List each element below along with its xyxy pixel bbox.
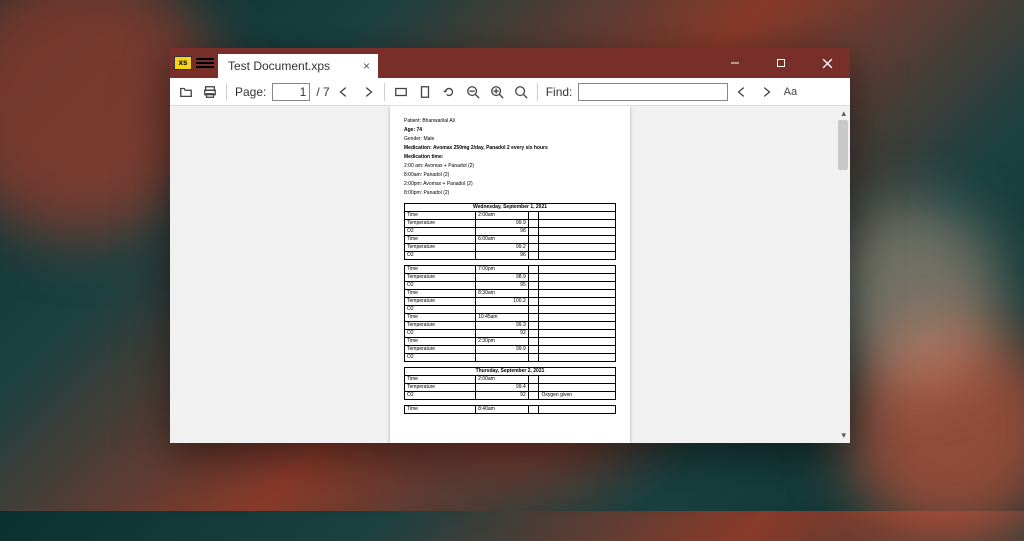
page-total: / 7 [316, 85, 329, 99]
prev-page-icon[interactable] [334, 82, 354, 102]
toolbar-divider [226, 83, 227, 101]
window-controls [712, 48, 850, 78]
scroll-up-icon[interactable]: ▴ [841, 108, 846, 119]
page-number-input[interactable]: 1 [272, 83, 310, 101]
find-label: Find: [546, 85, 573, 99]
gender-line: Gender: Male [404, 136, 616, 143]
match-case-icon[interactable]: Aa [780, 82, 800, 102]
find-prev-icon[interactable] [732, 82, 752, 102]
maximize-button[interactable] [758, 48, 804, 78]
med-time-label: Medication time: [404, 154, 616, 161]
med-t4: 8:00pm: Panadol (2) [404, 190, 616, 197]
zoom-out-icon[interactable] [463, 82, 483, 102]
age-line: Age: 74 [404, 127, 616, 134]
zoom-in-icon[interactable] [487, 82, 507, 102]
print-icon[interactable] [200, 82, 220, 102]
toolbar: Page: 1 / 7 Find: [170, 78, 850, 106]
med-t2: 8:00am: Panadol (2) [404, 172, 616, 179]
med-t1: 2:00 am: Avomax + Panadol (2) [404, 163, 616, 170]
toolbar-divider [384, 83, 385, 101]
medication-line: Medication: Avomax 250mg 2/day, Panadol … [404, 145, 616, 152]
tab-close-icon[interactable]: × [363, 59, 370, 73]
document-tab[interactable]: Test Document.xps × [218, 54, 378, 78]
hamburger-icon[interactable] [196, 48, 214, 78]
document-page: Patient: Bhanwarilal Ali Age: 74 Gender:… [390, 106, 630, 443]
document-viewport: ▴ ▾ Patient: Bhanwarilal Ali Age: 74 Gen… [170, 106, 850, 443]
patient-line: Patient: Bhanwarilal Ali [404, 118, 616, 125]
open-icon[interactable] [176, 82, 196, 102]
app-icon: xs [174, 56, 192, 70]
titlebar: xs Test Document.xps × [170, 48, 850, 78]
find-next-icon[interactable] [756, 82, 776, 102]
med-t3: 2:00pm: Avomax + Panadol (2) [404, 181, 616, 188]
vitals-table: Wednesday, September 1, 2021 Time2:00am … [404, 203, 616, 414]
scrollbar-thumb[interactable] [838, 120, 848, 170]
find-input[interactable] [578, 83, 728, 101]
scroll-down-icon[interactable]: ▾ [841, 430, 846, 441]
zoom-actual-icon[interactable] [511, 82, 531, 102]
xps-viewer-window: xs Test Document.xps × Page: [170, 48, 850, 443]
page-label: Page: [235, 85, 266, 99]
tab-title: Test Document.xps [228, 59, 330, 73]
fit-page-icon[interactable] [415, 82, 435, 102]
fit-width-icon[interactable] [391, 82, 411, 102]
toolbar-divider [537, 83, 538, 101]
close-button[interactable] [804, 48, 850, 78]
rotate-icon[interactable] [439, 82, 459, 102]
next-page-icon[interactable] [358, 82, 378, 102]
minimize-button[interactable] [712, 48, 758, 78]
